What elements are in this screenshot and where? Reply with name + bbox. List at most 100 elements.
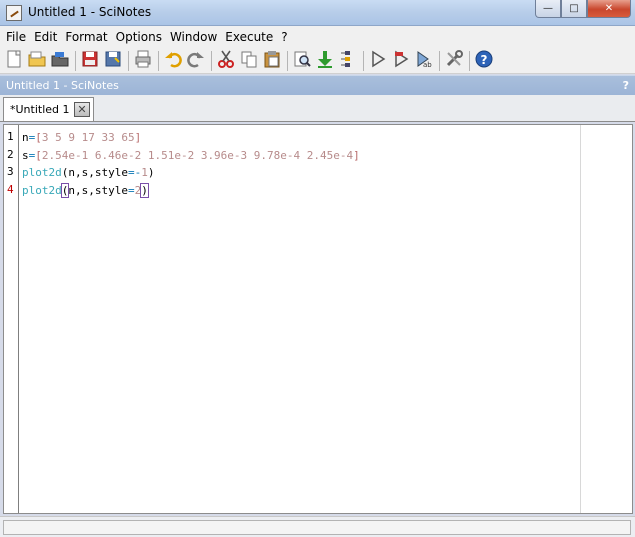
svg-text:?: ? — [481, 53, 488, 67]
menu-help[interactable]: ? — [277, 26, 291, 48]
paste-button[interactable] — [261, 50, 283, 72]
code-token: s — [22, 148, 29, 162]
dock-help-button[interactable]: ? — [623, 79, 629, 92]
cut-button[interactable] — [215, 50, 237, 72]
title-bar: Untitled 1 - SciNotes — □ ✕ — [0, 0, 635, 26]
paste-icon — [262, 49, 282, 72]
toolbar-separator — [363, 50, 364, 71]
menu-bar: File Edit Format Options Window Execute … — [0, 26, 635, 48]
execute-button[interactable] — [367, 50, 389, 72]
load-into-scilab-button[interactable] — [314, 50, 336, 72]
code-editor[interactable]: 1234 n=[3 5 9 17 33 65] s=[2.54e-1 6.46e-… — [3, 124, 633, 514]
code-token: (n,s,style — [61, 166, 128, 179]
cut-icon — [216, 49, 236, 72]
code-token: n,s,style — [68, 183, 128, 197]
toolbar-separator — [211, 50, 212, 71]
toolbar-separator — [158, 50, 159, 71]
execute-until-caret-icon — [391, 49, 411, 72]
code-token: ] — [134, 131, 142, 144]
code-token: ] — [353, 148, 360, 162]
toolbar-separator — [287, 50, 288, 71]
code-token: plot2d — [22, 183, 62, 197]
menu-window[interactable]: Window — [166, 26, 221, 48]
code-token: ) — [140, 182, 149, 198]
redo-icon — [186, 49, 206, 72]
toolbar-separator — [469, 50, 470, 71]
menu-file[interactable]: File — [2, 26, 30, 48]
code-token: ) — [147, 166, 155, 179]
save-as-button[interactable] — [102, 50, 124, 72]
redo-button[interactable] — [185, 50, 207, 72]
code-token: [ — [35, 148, 42, 162]
status-bar — [0, 516, 635, 537]
code-token: 2.54e-1 6.46e-2 1.51e-2 3.96e-3 9.78e-4 … — [41, 148, 354, 162]
menu-format[interactable]: Format — [61, 26, 111, 48]
toolbar-separator — [75, 50, 76, 71]
copy-icon — [239, 49, 259, 72]
open-folder-button[interactable] — [49, 50, 71, 72]
status-field — [3, 520, 631, 535]
minimize-button[interactable]: — — [535, 0, 561, 18]
tab-untitled-1[interactable]: *Untitled 1 ✕ — [3, 97, 94, 121]
line-number: 3 — [7, 165, 14, 178]
copy-button[interactable] — [238, 50, 260, 72]
line-number: 1 — [7, 130, 14, 143]
execute-with-echo-icon: ab — [414, 49, 434, 72]
code-line[interactable]: plot2d(n,s,style=-1) — [22, 164, 360, 182]
close-button[interactable]: ✕ — [587, 0, 631, 18]
execute-file-button[interactable] — [337, 50, 359, 72]
print-icon — [133, 49, 153, 72]
execute-icon — [368, 49, 388, 72]
preferences-icon — [444, 49, 464, 72]
save-as-icon — [103, 49, 123, 72]
dock-title: Untitled 1 - SciNotes — [6, 79, 119, 92]
window-controls: — □ ✕ — [535, 0, 631, 18]
code-line[interactable]: n=[3 5 9 17 33 65] — [22, 129, 360, 147]
code-token: =- — [127, 166, 142, 179]
tab-strip: *Untitled 1 ✕ — [0, 95, 635, 122]
maximize-button[interactable]: □ — [561, 0, 587, 18]
code-token: = — [127, 183, 135, 197]
line-number: 2 — [7, 147, 14, 161]
execute-with-echo-button[interactable]: ab — [413, 50, 435, 72]
load-into-scilab-icon — [315, 49, 335, 72]
tab-close-button[interactable]: ✕ — [74, 102, 90, 117]
code-token: plot2d — [22, 166, 62, 179]
right-margin-line — [580, 125, 581, 513]
preferences-button[interactable] — [443, 50, 465, 72]
code-line[interactable]: plot2d(n,s,style=2) — [22, 182, 360, 200]
toolbar-separator — [439, 50, 440, 71]
code-token: 3 5 9 17 33 65 — [41, 131, 135, 144]
line-number-gutter: 1 2 3 4 — [4, 125, 19, 513]
svg-text:ab: ab — [423, 61, 432, 69]
execute-file-icon — [338, 49, 358, 72]
open-file-icon — [27, 49, 47, 72]
window-title: Untitled 1 - SciNotes — [28, 5, 152, 19]
code-line[interactable]: s=[2.54e-1 6.46e-2 1.51e-2 3.96e-3 9.78e… — [22, 147, 360, 165]
help-button[interactable]: ? — [473, 50, 495, 72]
save-icon — [80, 49, 100, 72]
menu-execute[interactable]: Execute — [221, 26, 277, 48]
code-token: [ — [35, 131, 42, 144]
code-token: 1 — [141, 166, 148, 179]
toolbar-separator — [128, 50, 129, 71]
new-file-button[interactable] — [3, 50, 25, 72]
new-file-icon — [4, 49, 24, 72]
print-button[interactable] — [132, 50, 154, 72]
toolbar: ab? — [0, 48, 635, 74]
open-file-button[interactable] — [26, 50, 48, 72]
code-area[interactable]: n=[3 5 9 17 33 65] s=[2.54e-1 6.46e-2 1.5… — [22, 129, 360, 199]
help-icon: ? — [474, 49, 494, 72]
save-button[interactable] — [79, 50, 101, 72]
dock-header: Untitled 1 - SciNotes ? — [0, 75, 635, 95]
line-number: 4 — [7, 182, 14, 196]
execute-until-caret-button[interactable] — [390, 50, 412, 72]
menu-options[interactable]: Options — [112, 26, 166, 48]
tab-label: *Untitled 1 — [10, 103, 70, 116]
scinotes-app-icon — [6, 5, 22, 21]
undo-button[interactable] — [162, 50, 184, 72]
open-folder-icon — [50, 49, 70, 72]
menu-edit[interactable]: Edit — [30, 26, 61, 48]
find-button[interactable] — [291, 50, 313, 72]
undo-icon — [163, 49, 183, 72]
